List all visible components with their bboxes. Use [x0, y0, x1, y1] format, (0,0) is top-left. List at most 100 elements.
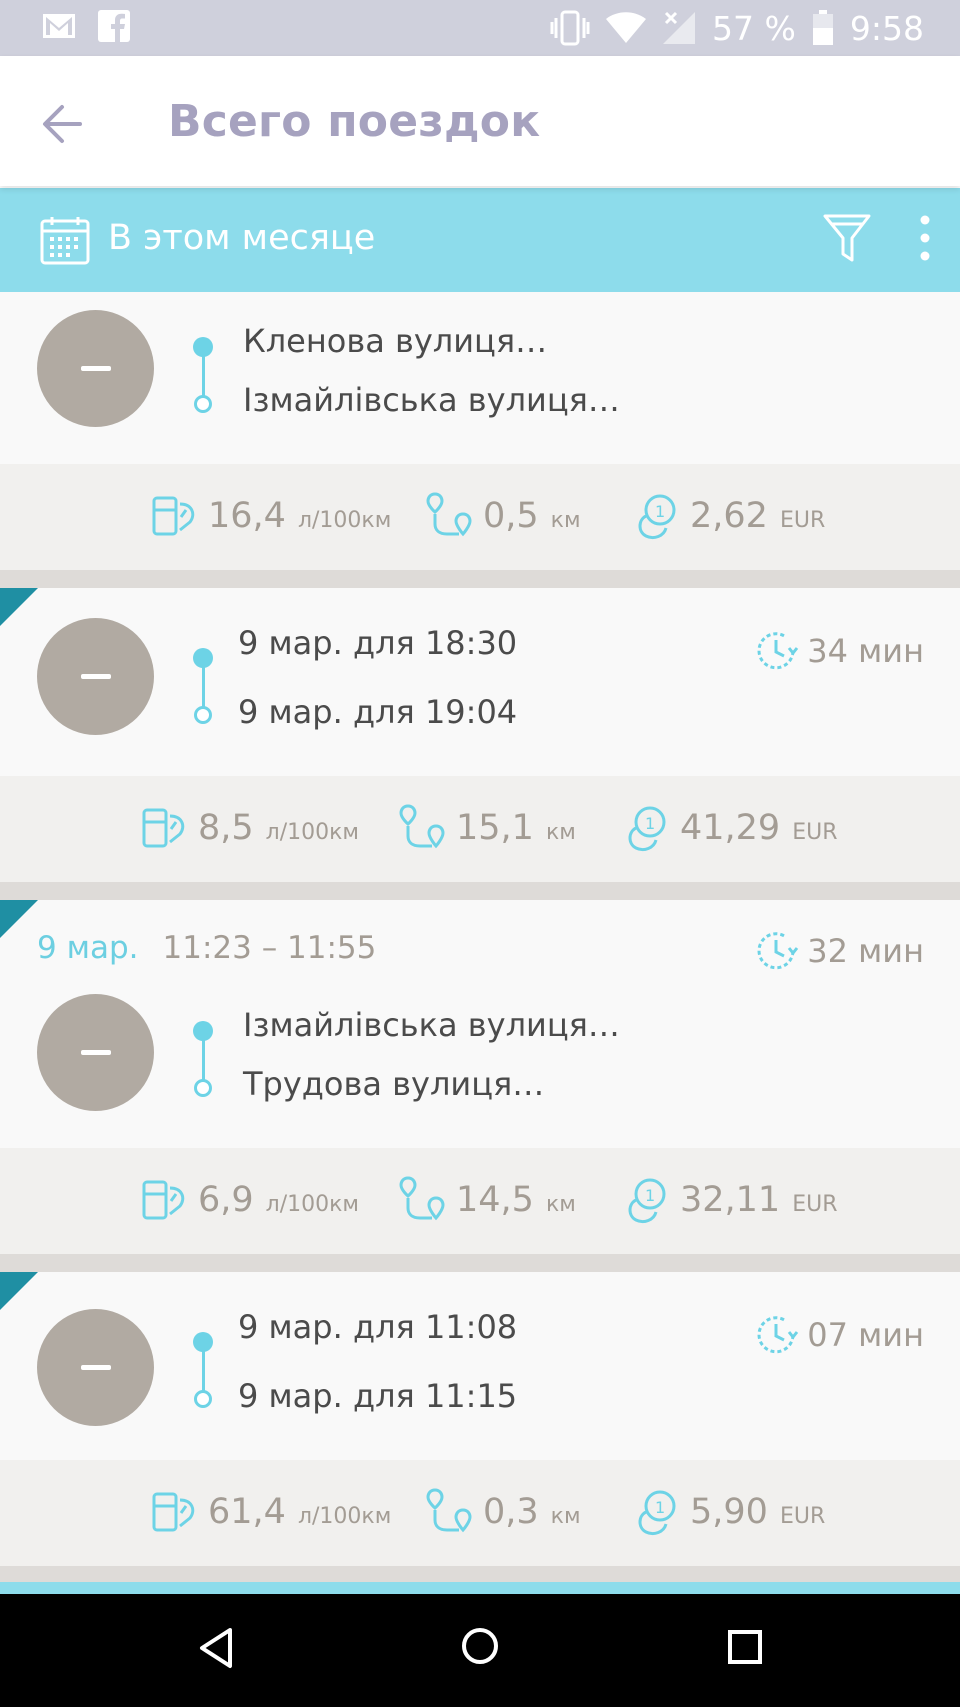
svg-text:1: 1 [655, 1498, 665, 1517]
distance-route-icon [399, 804, 445, 849]
distance-unit: км [545, 1191, 576, 1217]
cost-coins-icon: 1 [628, 806, 666, 852]
trip-start-time: 9 мар. для 18:30 [238, 624, 518, 662]
trip-card[interactable]: 9 мар. для 18:30 9 мар. для 19:04 34 мин [0, 588, 960, 778]
trip-from: Кленова вулиця… [243, 322, 548, 360]
svg-text:1: 1 [655, 502, 665, 521]
trip-corner-flag [0, 588, 38, 626]
clock: 9:58 [849, 8, 924, 48]
cost-unit: EUR [779, 507, 826, 533]
system-nav-bar [0, 1594, 960, 1707]
distance-value: 15,1 [456, 808, 534, 848]
trip-end-time: 9 мар. для 19:04 [238, 693, 518, 731]
wifi-icon [606, 12, 647, 43]
distance-unit: км [545, 819, 576, 845]
filter-icon[interactable] [822, 212, 872, 264]
trip-card[interactable]: Кленова вулиця… Ізмайлівська вулиця… [0, 292, 960, 464]
more-vert-icon[interactable] [910, 208, 940, 268]
trip-date-header: 9 мар. 11:23 – 11:55 [37, 930, 376, 966]
trip-card[interactable]: 9 мар. 11:23 – 11:55 32 мин Ізмайлівська … [0, 900, 960, 1148]
distance-value: 14,5 [456, 1180, 534, 1220]
cost-unit: EUR [792, 819, 838, 845]
trip-stats: 61,4 л/100км 0,3 км 1 5,90 EUR [0, 1460, 960, 1566]
nav-back-icon[interactable] [196, 1626, 236, 1670]
fuel-value: 16,4 [208, 496, 286, 536]
nav-home-icon[interactable] [460, 1626, 500, 1666]
vehicle-avatar [37, 310, 154, 427]
duration-clock-icon [757, 1316, 799, 1354]
route-line-icon [191, 648, 215, 726]
distance-unit: км [550, 1503, 581, 1529]
vibrate-icon [550, 10, 590, 46]
trip-duration: 07 мин [753, 1312, 924, 1358]
svg-text:1: 1 [645, 1186, 655, 1205]
route-line-icon [191, 337, 215, 415]
vehicle-avatar [37, 994, 154, 1111]
trip-time-range: 11:23 – 11:55 [162, 930, 377, 966]
vehicle-avatar [37, 1309, 154, 1426]
fuel-value: 61,4 [208, 1492, 286, 1532]
trip-corner-flag [0, 900, 38, 938]
distance-route-icon [426, 1488, 472, 1533]
fuel-consumption-icon [152, 1492, 195, 1532]
vehicle-avatar [37, 618, 154, 735]
distance-value: 0,3 [483, 1492, 539, 1532]
distance-value: 0,5 [483, 496, 539, 536]
trip-stats: 8,5 л/100км 15,1 км 1 41,29 EUR [0, 776, 960, 882]
battery-percent: 57 % [712, 8, 796, 48]
gmail-icon [43, 14, 75, 38]
fuel-unit: л/100км [297, 507, 392, 533]
fuel-consumption-icon [152, 496, 195, 536]
arrow-left-icon[interactable] [36, 94, 96, 154]
period-label[interactable]: В этом месяце [108, 218, 375, 258]
duration-value: 32 мин [807, 932, 924, 970]
trip-stats: 16,4 л/100км 0,5 км 1 2,62 EUR [0, 464, 960, 570]
cost-value: 41,29 [680, 808, 781, 848]
fuel-unit: л/100км [265, 819, 360, 845]
cost-value: 32,11 [680, 1180, 781, 1220]
fuel-value: 8,5 [198, 808, 254, 848]
trip-start-time: 9 мар. для 11:08 [238, 1308, 518, 1346]
trip-list[interactable]: Кленова вулиця… Ізмайлівська вулиця… 16,… [0, 292, 960, 1594]
battery-icon [812, 10, 833, 45]
trip-card[interactable]: 9 мар. для 11:08 9 мар. для 11:15 07 мин [0, 1272, 960, 1462]
route-line-icon [191, 1021, 215, 1099]
fuel-value: 6,9 [198, 1180, 254, 1220]
nav-recents-icon[interactable] [728, 1630, 762, 1664]
cost-coins-icon: 1 [638, 1490, 676, 1536]
trip-to: Трудова вулиця… [243, 1065, 545, 1103]
distance-route-icon [426, 492, 472, 537]
route-line-icon [191, 1332, 215, 1410]
cost-unit: EUR [792, 1191, 838, 1217]
fuel-unit: л/100км [265, 1191, 360, 1217]
app-bar: Всего поездок [0, 56, 960, 186]
trip-corner-flag [0, 1272, 38, 1310]
distance-unit: км [550, 507, 581, 533]
fuel-consumption-icon [142, 808, 185, 848]
duration-value: 07 мин [807, 1316, 924, 1354]
no-signal-icon [663, 11, 696, 44]
period-filter-bar[interactable]: В этом месяце [0, 188, 960, 292]
cost-value: 5,90 [690, 1492, 768, 1532]
cost-coins-icon: 1 [628, 1178, 666, 1224]
trip-from: Ізмайлівська вулиця… [243, 1006, 620, 1044]
trip-end-time: 9 мар. для 11:15 [238, 1377, 518, 1415]
trip-to: Ізмайлівська вулиця… [243, 381, 620, 419]
cost-coins-icon: 1 [638, 494, 676, 540]
calendar-icon[interactable] [40, 215, 92, 267]
duration-value: 34 мин [807, 632, 924, 670]
trip-duration: 32 мин [753, 928, 924, 974]
trip-duration: 34 мин [753, 628, 924, 674]
fuel-unit: л/100км [297, 1503, 392, 1529]
cost-unit: EUR [779, 1503, 826, 1529]
fuel-consumption-icon [142, 1180, 185, 1220]
svg-text:1: 1 [645, 814, 655, 833]
page-title: Всего поездок [168, 96, 541, 147]
next-card-edge [0, 1582, 960, 1594]
trip-date: 9 мар. [37, 930, 139, 966]
status-bar: 57 % 9:58 [0, 0, 960, 56]
duration-clock-icon [757, 632, 799, 670]
trip-stats: 6,9 л/100км 14,5 км 1 32,11 EUR [0, 1148, 960, 1254]
distance-route-icon [399, 1176, 445, 1221]
duration-clock-icon [757, 932, 799, 970]
